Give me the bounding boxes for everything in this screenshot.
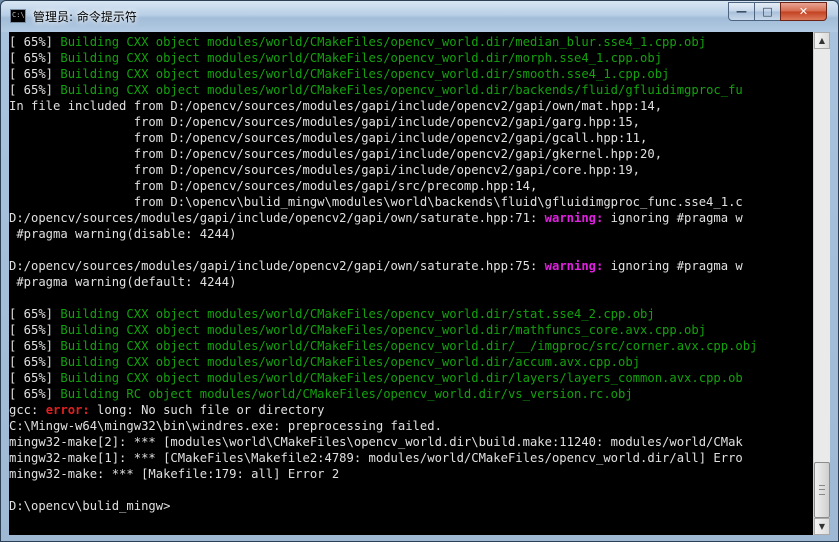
console-text-segment: gcc:: [9, 403, 46, 417]
console-output-area[interactable]: [ 65%] Building CXX object modules/world…: [9, 32, 813, 535]
console-line: [ 65%] Building CXX object modules/world…: [9, 34, 757, 50]
console-text-segment: from D:/opencv/sources/modules/gapi/incl…: [9, 115, 641, 129]
console-text-segment: ignoring #pragma w: [603, 211, 743, 225]
console-text-segment: [ 65%]: [9, 371, 61, 385]
console-text-segment: Building CXX object modules/world/CMakeF…: [60, 51, 663, 65]
console-text-segment: warning:: [544, 211, 604, 225]
console-text-segment: [ 65%]: [9, 51, 61, 65]
scroll-up-arrow-icon[interactable]: ▲: [814, 32, 830, 49]
console-line: from D:/opencv/sources/modules/gapi/incl…: [9, 114, 757, 130]
console-text-segment: [ 65%]: [9, 35, 61, 49]
console-text-segment: D:/opencv/sources/modules/gapi/include/o…: [9, 211, 545, 225]
console-text-segment: [ 65%]: [9, 387, 61, 401]
console-text-segment: error:: [45, 403, 90, 417]
console-line: D:/opencv/sources/modules/gapi/include/o…: [9, 258, 757, 274]
console-line: mingw32-make: *** [Makefile:179: all] Er…: [9, 466, 757, 482]
console-text-segment: Building CXX object modules/world/CMakeF…: [60, 339, 758, 353]
console-text-segment: warning:: [544, 259, 604, 273]
console-line: mingw32-make[1]: *** [CMakeFiles\Makefil…: [9, 450, 757, 466]
console-line: gcc: error: long: No such file or direct…: [9, 402, 757, 418]
console-text-segment: from D:/opencv/sources/modules/gapi/src/…: [9, 179, 538, 193]
console-text-segment: Building CXX object modules/world/CMakeF…: [60, 35, 707, 49]
vertical-scrollbar[interactable]: ▲ ▼: [813, 32, 830, 535]
console-text-segment: [ 65%]: [9, 355, 61, 369]
console-line: from D:/opencv/sources/modules/gapi/incl…: [9, 130, 757, 146]
maximize-button[interactable]: □: [754, 2, 781, 21]
console-text-segment: long: No such file or directory: [89, 403, 325, 417]
console-text-segment: from D:/opencv/sources/modules/gapi/incl…: [9, 163, 641, 177]
console-line: from D:/opencv/sources/modules/gapi/src/…: [9, 178, 757, 194]
close-button[interactable]: ✕: [780, 2, 827, 21]
console-icon-label: C:\.: [12, 11, 29, 19]
console-line: [ 65%] Building RC object modules/world/…: [9, 386, 757, 402]
console-text-segment: D:\opencv\bulid_mingw>: [9, 499, 171, 513]
console-text-segment: [ 65%]: [9, 83, 61, 97]
console-text-segment: #pragma warning(disable: 4244): [9, 227, 237, 241]
console-line: [ 65%] Building CXX object modules/world…: [9, 338, 757, 354]
console-line: [ 65%] Building CXX object modules/world…: [9, 306, 757, 322]
console-text-segment: [ 65%]: [9, 67, 61, 81]
console-text-segment: from D:/opencv/sources/modules/gapi/incl…: [9, 131, 648, 145]
console-line: from D:\opencv\bulid_mingw\modules\world…: [9, 194, 757, 210]
console-text-segment: [ 65%]: [9, 307, 61, 321]
console-text-segment: Building CXX object modules/world/CMakeF…: [60, 371, 743, 385]
console-text-segment: Building CXX object modules/world/CMakeF…: [60, 67, 670, 81]
console-line: from D:/opencv/sources/modules/gapi/incl…: [9, 146, 757, 162]
console-text-segment: In file included from D:/opencv/sources/…: [9, 99, 663, 113]
console-line: mingw32-make[2]: *** [modules\world\CMak…: [9, 434, 757, 450]
console-line: [ 65%] Building CXX object modules/world…: [9, 66, 757, 82]
minimize-button[interactable]: —: [728, 2, 755, 21]
console-text-segment: mingw32-make: *** [Makefile:179: all] Er…: [9, 467, 340, 481]
console-text-segment: Building CXX object modules/world/CMakeF…: [60, 83, 743, 97]
console-text-segment: [ 65%]: [9, 339, 61, 353]
console-text-segment: Building CXX object modules/world/CMakeF…: [60, 307, 655, 321]
console-line: [ 65%] Building CXX object modules/world…: [9, 50, 757, 66]
console-text-segment: Building CXX object modules/world/CMakeF…: [60, 355, 641, 369]
console-lines: [ 65%] Building CXX object modules/world…: [9, 34, 757, 514]
console-text-segment: D:/opencv/sources/modules/gapi/include/o…: [9, 259, 545, 273]
console-app-icon[interactable]: C:\.: [10, 9, 29, 23]
console-text-segment: mingw32-make[1]: *** [CMakeFiles\Makefil…: [9, 451, 743, 465]
console-line: In file included from D:/opencv/sources/…: [9, 98, 757, 114]
console-text-segment: mingw32-make[2]: *** [modules\world\CMak…: [9, 435, 743, 449]
scroll-down-arrow-icon[interactable]: ▼: [814, 518, 830, 535]
console-line: [ 65%] Building CXX object modules/world…: [9, 322, 757, 338]
console-text-segment: Building CXX object modules/world/CMakeF…: [60, 323, 707, 337]
console-line: from D:/opencv/sources/modules/gapi/incl…: [9, 162, 757, 178]
console-line: [ 65%] Building CXX object modules/world…: [9, 82, 757, 98]
console-text-segment: from D:/opencv/sources/modules/gapi/incl…: [9, 147, 663, 161]
console-text-segment: ignoring #pragma w: [603, 259, 743, 273]
window-title: 管理员: 命令提示符: [33, 10, 137, 24]
console-text-segment: #pragma warning(default: 4244): [9, 275, 237, 289]
command-prompt-window: C:\. 管理员: 命令提示符 — □ ✕ [ 65%] Building CX…: [0, 0, 839, 542]
console-line: [ 65%] Building CXX object modules/world…: [9, 370, 757, 386]
console-line: C:\Mingw-w64\mingw32\bin\windres.exe: pr…: [9, 418, 757, 434]
title-bar[interactable]: C:\. 管理员: 命令提示符 — □ ✕: [1, 1, 838, 32]
console-line: D:\opencv\bulid_mingw>: [9, 498, 757, 514]
console-line: #pragma warning(disable: 4244): [9, 226, 757, 242]
console-text-segment: C:\Mingw-w64\mingw32\bin\windres.exe: pr…: [9, 419, 442, 433]
console-line: D:/opencv/sources/modules/gapi/include/o…: [9, 210, 757, 226]
scroll-grip-icon: [819, 485, 825, 495]
console-text-segment: [ 65%]: [9, 323, 61, 337]
console-text-segment: from D:\opencv\bulid_mingw\modules\world…: [9, 195, 743, 209]
console-line: #pragma warning(default: 4244): [9, 274, 757, 290]
scroll-thumb[interactable]: [814, 462, 830, 518]
console-line: [ 65%] Building CXX object modules/world…: [9, 354, 757, 370]
console-text-segment: Building RC object modules/world/CMakeFi…: [60, 387, 633, 401]
